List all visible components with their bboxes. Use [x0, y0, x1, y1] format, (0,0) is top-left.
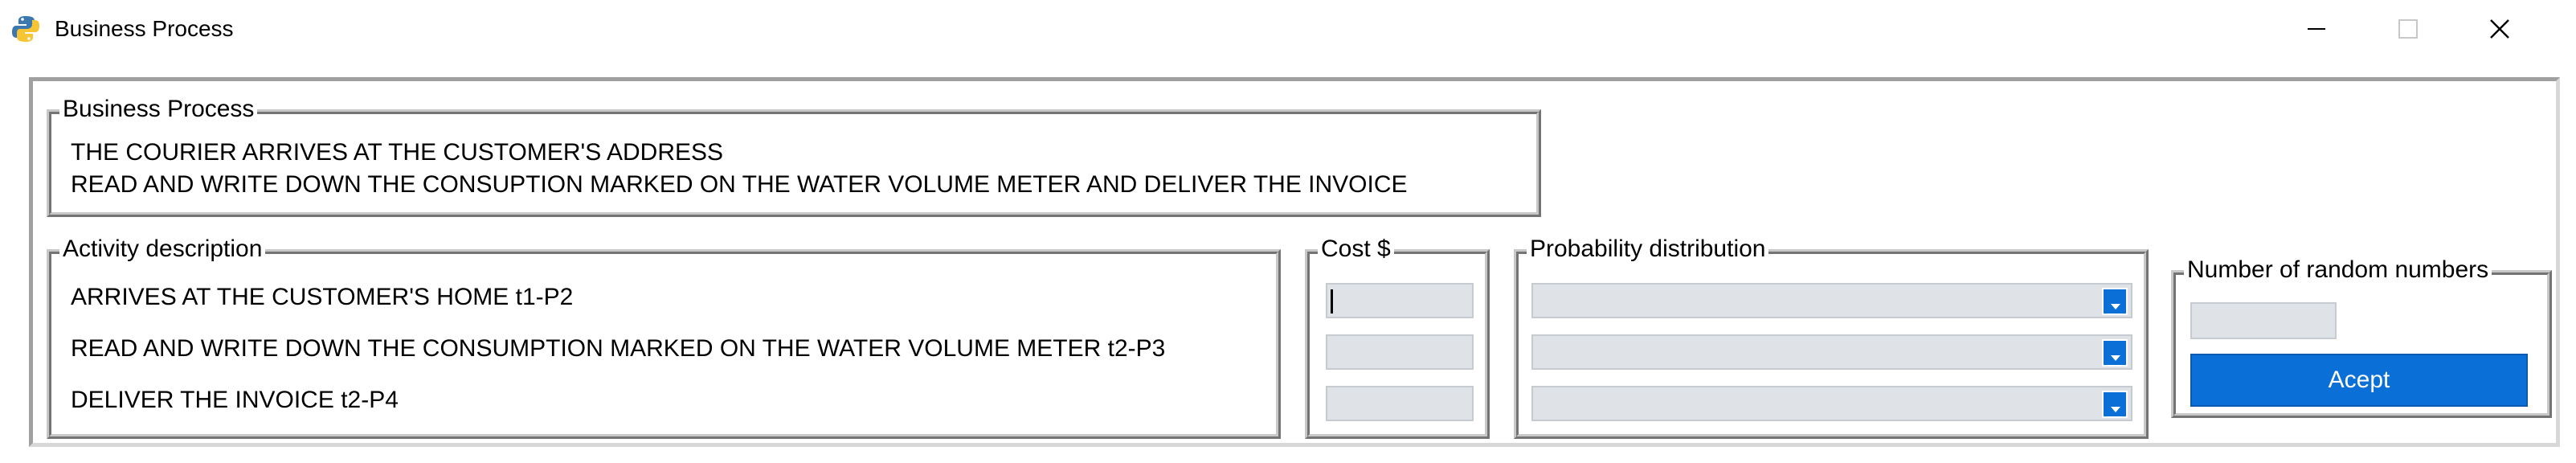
cost-input-3[interactable] [1326, 386, 1474, 421]
close-icon [2490, 19, 2509, 39]
probability-select-3[interactable] [1531, 386, 2132, 421]
minimize-icon [2308, 28, 2325, 30]
business-process-group: Business Process THE COURIER ARRIVES AT … [47, 95, 1541, 217]
cost-input-2[interactable] [1326, 334, 1474, 370]
random-numbers-input[interactable] [2190, 302, 2337, 339]
chevron-down-icon[interactable] [2102, 391, 2128, 418]
window-title: Business Process [55, 16, 234, 41]
chevron-down-icon[interactable] [2102, 339, 2128, 367]
accept-button[interactable]: Acept [2190, 354, 2528, 407]
activity-item-2: READ AND WRITE DOWN THE CONSUMPTION MARK… [71, 335, 1166, 362]
random-numbers-group: Number of random numbers Acept [2171, 256, 2552, 418]
python-icon [12, 16, 39, 42]
business-process-line-1: THE COURIER ARRIVES AT THE CUSTOMER'S AD… [71, 139, 724, 166]
activity-description-group: Activity description ARRIVES AT THE CUST… [47, 235, 1281, 439]
minimize-button[interactable] [2271, 0, 2362, 58]
maximize-icon [2398, 19, 2418, 39]
probability-select-2[interactable] [1531, 334, 2132, 370]
probability-distribution-group: Probability distribution [1514, 235, 2149, 439]
activity-item-1: ARRIVES AT THE CUSTOMER'S HOME t1-P2 [71, 284, 574, 310]
cost-group: Cost $ [1305, 235, 1490, 439]
cost-input-1[interactable] [1326, 283, 1474, 318]
maximize-button[interactable] [2362, 0, 2454, 58]
random-numbers-legend: Number of random numbers [2184, 256, 2492, 285]
probability-distribution-legend: Probability distribution [1527, 235, 1769, 264]
title-bar[interactable]: Business Process [0, 0, 2576, 58]
business-process-legend: Business Process [59, 95, 258, 124]
business-process-line-2: READ AND WRITE DOWN THE CONSUPTION MARKE… [71, 171, 1408, 198]
probability-select-1[interactable] [1531, 283, 2132, 318]
text-caret [1331, 289, 1333, 313]
activity-description-legend: Activity description [59, 235, 266, 264]
chevron-down-icon[interactable] [2102, 288, 2128, 315]
activity-item-3: DELIVER THE INVOICE t2-P4 [71, 387, 399, 413]
close-button[interactable] [2454, 0, 2545, 58]
cost-legend: Cost $ [1318, 235, 1394, 264]
